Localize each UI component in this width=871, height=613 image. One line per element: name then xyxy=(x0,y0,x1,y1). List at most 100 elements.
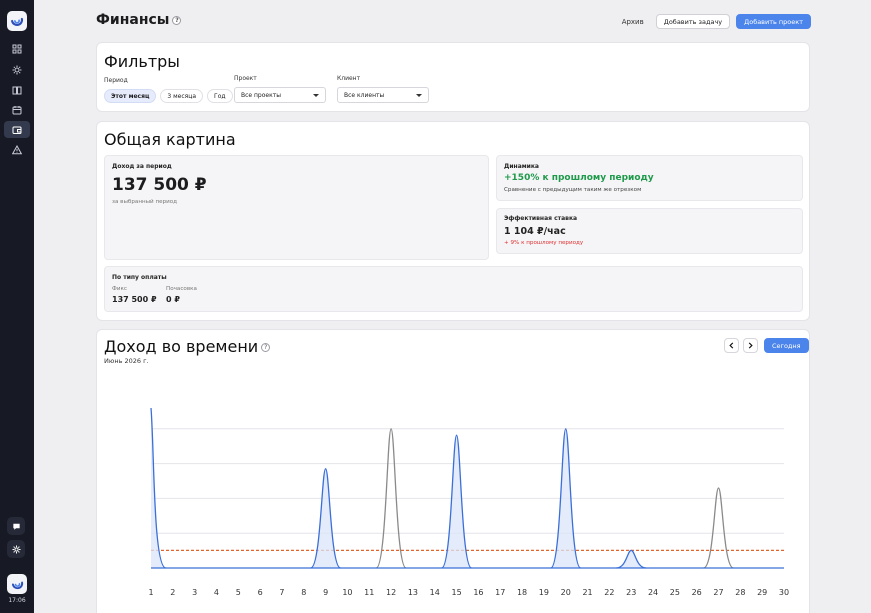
income-chart: 1 2 3 4 5 6 7 8 9 10 11 12 13 14 15 16 17 18 19 20 21 22 23 24 2… xyxy=(148,407,789,597)
x-tick-label: 21 xyxy=(582,588,592,597)
next-month-button[interactable] xyxy=(743,338,758,353)
x-tick-label: 1 xyxy=(148,588,153,597)
chat-icon xyxy=(12,523,20,530)
x-tick-label: 17 xyxy=(495,588,505,597)
sidebar: 17:06 xyxy=(0,0,34,613)
logo-icon xyxy=(11,17,24,26)
x-tick-label: 3 xyxy=(192,588,197,597)
chevron-left-icon xyxy=(729,342,734,349)
dynamics-box: Динамика +150% к прошлому периоду Сравне… xyxy=(496,155,803,201)
x-tick-label: 27 xyxy=(713,588,723,597)
client-select[interactable]: Все клиенты xyxy=(337,87,429,103)
wallet-icon xyxy=(12,126,22,134)
line-peak xyxy=(702,487,735,569)
income-sub: за выбранный период xyxy=(112,199,178,205)
income-chart-title-text: Доход во времени xyxy=(104,337,259,356)
sidebar-item-knowledge[interactable] xyxy=(4,81,30,98)
settings-button[interactable] xyxy=(7,540,25,558)
clock: 17:06 xyxy=(8,597,26,604)
chevron-down-icon xyxy=(416,93,422,97)
x-tick-label: 18 xyxy=(517,588,527,597)
period-year[interactable]: Год xyxy=(207,89,233,103)
rate-label: Эффективная ставка xyxy=(504,215,578,222)
period-3-months[interactable]: 3 месяца xyxy=(160,89,204,103)
rate-box: Эффективная ставка 1 104 ₽/час + 9% к пр… xyxy=(496,208,803,254)
sidebar-item-calendar[interactable] xyxy=(4,101,30,118)
client-select-value: Все клиенты xyxy=(344,91,385,99)
area-peak-fill xyxy=(616,550,647,568)
user-logo-icon xyxy=(11,581,23,589)
avatar[interactable] xyxy=(7,574,27,594)
chevron-right-icon xyxy=(748,342,753,349)
today-button[interactable]: Сегодня xyxy=(764,338,809,353)
x-tick-label: 19 xyxy=(539,588,549,597)
x-tick-label: 10 xyxy=(342,588,352,597)
dynamics-value: +150% к прошлому периоду xyxy=(504,173,654,183)
client-label: Клиент xyxy=(337,75,361,82)
rate-value: 1 104 ₽/час xyxy=(504,226,566,237)
hourly-label: Почасовка xyxy=(166,286,197,292)
hourly-value: 0 ₽ xyxy=(166,295,180,304)
area-peak-fill xyxy=(310,468,341,568)
x-tick-label: 2 xyxy=(170,588,175,597)
add-task-button[interactable]: Добавить задачу xyxy=(655,14,731,29)
sidebar-item-problems[interactable] xyxy=(4,141,30,158)
chevron-down-icon xyxy=(313,93,319,97)
x-tick-label: 7 xyxy=(279,588,284,597)
help-icon[interactable]: ? xyxy=(261,343,271,352)
page-title: Финансы? xyxy=(96,12,182,28)
add-project-button[interactable]: Добавить проект xyxy=(736,14,811,29)
x-tick-label: 25 xyxy=(670,588,680,597)
archive-link[interactable]: Архив xyxy=(616,18,650,26)
filters-title: Фильтры xyxy=(104,52,180,71)
x-tick-label: 8 xyxy=(301,588,306,597)
project-select[interactable]: Все проекты xyxy=(234,87,326,103)
x-tick-label: 9 xyxy=(323,588,328,597)
sidebar-item-dashboard[interactable] xyxy=(4,40,30,57)
dynamics-label: Динамика xyxy=(504,163,539,170)
period-label: Период xyxy=(104,77,128,84)
help-icon[interactable]: ? xyxy=(172,15,182,25)
project-label: Проект xyxy=(234,75,257,82)
x-tick-label: 5 xyxy=(236,588,241,597)
filters-card: Фильтры Период Этот месяц 3 месяца Год П… xyxy=(96,42,810,112)
fixed-value: 137 500 ₽ xyxy=(112,295,157,304)
x-tick-label: 30 xyxy=(779,588,789,597)
prev-month-button[interactable] xyxy=(724,338,739,353)
sidebar-item-finance[interactable] xyxy=(4,121,30,138)
rate-change: + 9% к прошлому периоду xyxy=(504,240,584,246)
area-peak-fill xyxy=(441,435,472,568)
grid-icon xyxy=(12,44,22,53)
sun-icon xyxy=(12,65,22,74)
calendar-icon xyxy=(12,105,22,114)
payment-type-box: По типу оплаты Фикс 137 500 ₽ Почасовка … xyxy=(104,266,803,312)
fixed-label: Фикс xyxy=(112,286,127,292)
period-segment: Этот месяц 3 месяца Год xyxy=(104,89,233,103)
income-label: Доход за период xyxy=(112,163,172,170)
page-title-text: Финансы xyxy=(96,12,170,28)
dynamics-sub: Сравнение с предыдущим таким же отрезком xyxy=(504,187,642,193)
income-value: 137 500 ₽ xyxy=(112,175,207,195)
project-select-value: Все проекты xyxy=(241,91,281,99)
x-tick-label: 28 xyxy=(735,588,745,597)
x-tick-label: 15 xyxy=(451,588,461,597)
income-chart-title: Доход во времени? xyxy=(104,337,271,356)
x-tick-label: 29 xyxy=(757,588,767,597)
x-tick-label: 16 xyxy=(473,588,483,597)
x-tick-label: 26 xyxy=(692,588,702,597)
overview-title: Общая картина xyxy=(104,130,236,149)
income-box: Доход за период 137 500 ₽ за выбранный п… xyxy=(104,155,489,260)
chat-button[interactable] xyxy=(7,517,25,535)
overview-card: Общая картина Доход за период 137 500 ₽ … xyxy=(96,121,810,321)
x-tick-label: 6 xyxy=(258,588,263,597)
payment-label: По типу оплаты xyxy=(112,274,167,281)
period-this-month[interactable]: Этот месяц xyxy=(104,89,157,103)
x-tick-label: 22 xyxy=(604,588,614,597)
x-tick-label: 13 xyxy=(408,588,418,597)
x-tick-label: 23 xyxy=(626,588,636,597)
x-tick-label: 14 xyxy=(430,588,440,597)
month-label: Июнь 2026 г. xyxy=(104,357,149,365)
settings-icon xyxy=(11,544,21,554)
logo[interactable] xyxy=(7,11,27,31)
sidebar-item-today[interactable] xyxy=(4,61,30,78)
